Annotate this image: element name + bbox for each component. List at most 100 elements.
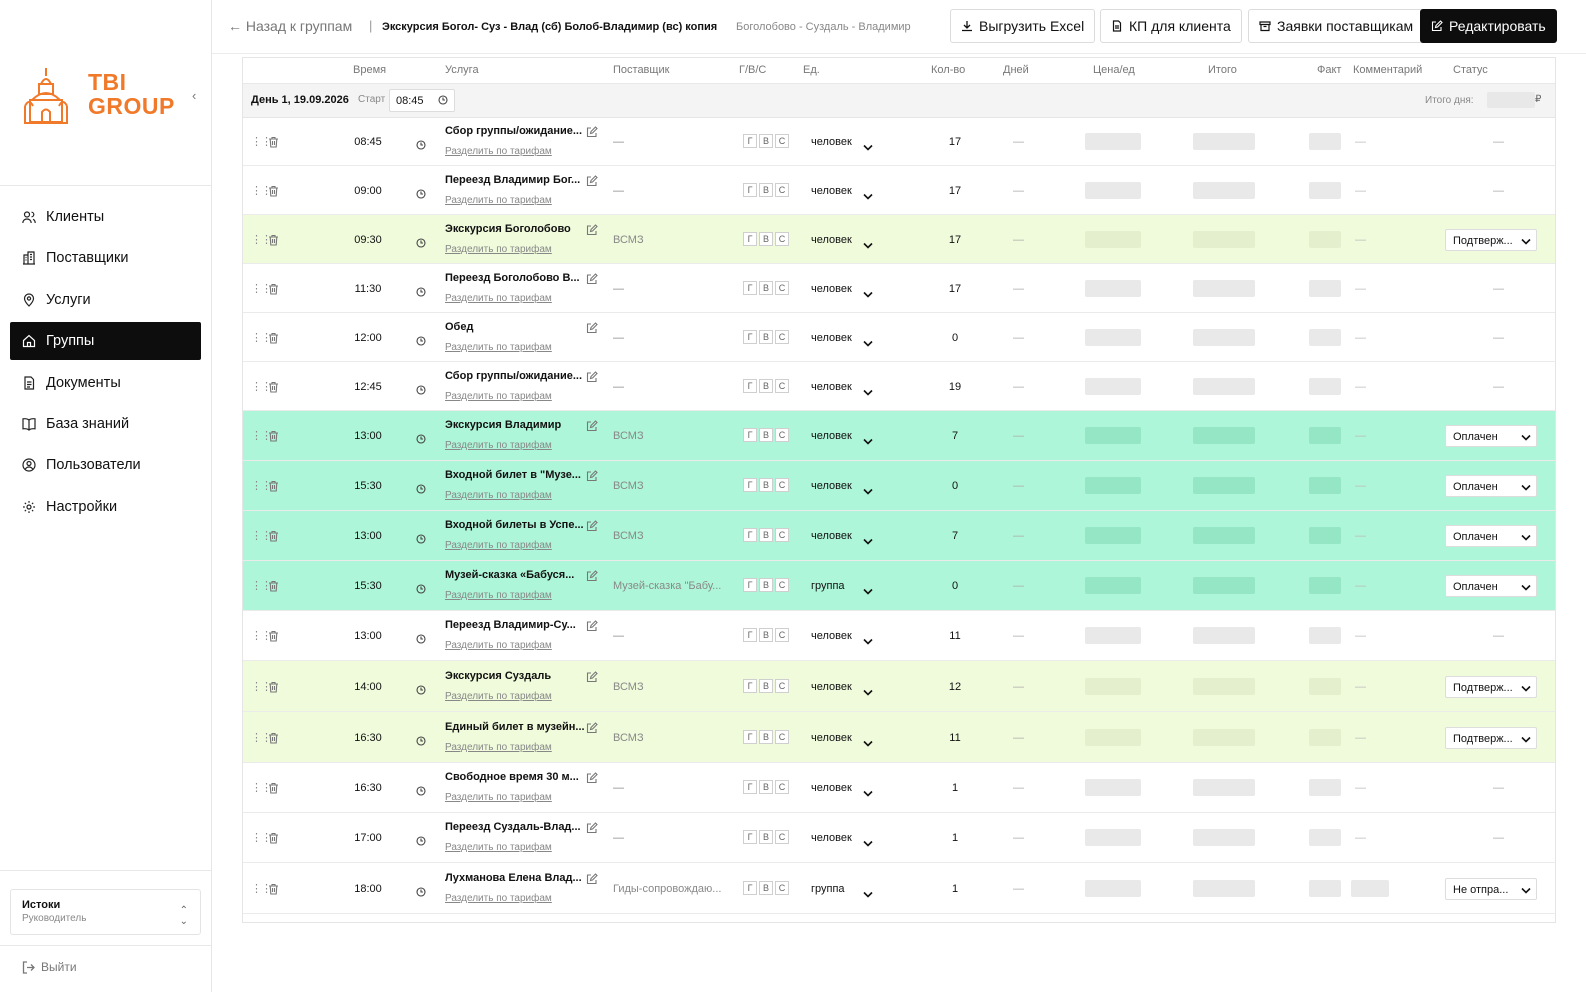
trash-icon[interactable]	[268, 135, 279, 153]
row-unit-select[interactable]: человек	[811, 185, 852, 197]
split-tariffs-link[interactable]: Разделить по тарифам	[445, 146, 552, 157]
row-price-placeholder[interactable]	[1085, 477, 1141, 494]
row-time[interactable]: 17:00	[353, 832, 383, 844]
split-tariffs-link[interactable]: Разделить по тарифам	[445, 842, 552, 853]
gvs-toggle[interactable]: Г	[743, 578, 757, 592]
row-price-placeholder[interactable]	[1085, 378, 1141, 395]
row-time[interactable]: 15:30	[353, 480, 383, 492]
row-fact-placeholder[interactable]	[1309, 427, 1341, 444]
edit-icon[interactable]	[586, 272, 598, 290]
gvs-toggle[interactable]: Г	[743, 830, 757, 844]
row-price-placeholder[interactable]	[1085, 427, 1141, 444]
gvs-toggle[interactable]: Г	[743, 478, 757, 492]
row-fact-placeholder[interactable]	[1309, 527, 1341, 544]
row-time[interactable]: 14:00	[353, 681, 383, 693]
gvs-toggle[interactable]: В	[759, 281, 773, 295]
chevron-down-icon[interactable]	[863, 187, 873, 205]
row-unit-select[interactable]: человек	[811, 630, 852, 642]
row-time[interactable]: 18:00	[353, 883, 383, 895]
clock-icon[interactable]	[416, 531, 426, 549]
sidebar-item-6[interactable]: Пользователи	[10, 446, 201, 484]
row-unit-select[interactable]: группа	[811, 883, 845, 895]
row-time[interactable]: 09:00	[353, 185, 383, 197]
gvs-toggle[interactable]: С	[775, 478, 789, 492]
row-fact-placeholder[interactable]	[1309, 133, 1341, 150]
trash-icon[interactable]	[268, 380, 279, 398]
trash-icon[interactable]	[268, 629, 279, 647]
gvs-toggle[interactable]: С	[775, 428, 789, 442]
split-tariffs-link[interactable]: Разделить по тарифам	[445, 195, 552, 206]
collapse-sidebar-icon[interactable]: ‹	[192, 88, 196, 103]
row-price-placeholder[interactable]	[1085, 133, 1141, 150]
row-time[interactable]: 11:30	[353, 283, 383, 295]
split-tariffs-link[interactable]: Разделить по тарифам	[445, 792, 552, 803]
gvs-toggle[interactable]: С	[775, 578, 789, 592]
split-tariffs-link[interactable]: Разделить по тарифам	[445, 490, 552, 501]
split-tariffs-link[interactable]: Разделить по тарифам	[445, 540, 552, 551]
split-tariffs-link[interactable]: Разделить по тарифам	[445, 640, 552, 651]
row-comment-placeholder[interactable]	[1351, 880, 1389, 897]
gvs-toggle[interactable]: Г	[743, 379, 757, 393]
gvs-toggle[interactable]: В	[759, 679, 773, 693]
tbi-logo[interactable]: TBI GROUP	[22, 66, 192, 132]
trash-icon[interactable]	[268, 282, 279, 300]
chevron-down-icon[interactable]	[863, 383, 873, 401]
gvs-toggle[interactable]: С	[775, 379, 789, 393]
gvs-toggle[interactable]: Г	[743, 679, 757, 693]
row-fact-placeholder[interactable]	[1309, 880, 1341, 897]
edit-icon[interactable]	[586, 721, 598, 739]
row-fact-placeholder[interactable]	[1309, 577, 1341, 594]
chevron-down-icon[interactable]	[863, 138, 873, 156]
gvs-toggle[interactable]: Г	[743, 134, 757, 148]
row-time[interactable]: 15:30	[353, 580, 383, 592]
clock-icon[interactable]	[416, 235, 426, 253]
trash-icon[interactable]	[268, 429, 279, 447]
export-excel-button[interactable]: Выгрузить Excel	[950, 9, 1096, 43]
row-status-select[interactable]: Подтверж...	[1445, 229, 1537, 251]
chevron-down-icon[interactable]	[863, 784, 873, 802]
edit-icon[interactable]	[586, 821, 598, 839]
split-tariffs-link[interactable]: Разделить по тарифам	[445, 691, 552, 702]
row-fact-placeholder[interactable]	[1309, 627, 1341, 644]
chevron-down-icon[interactable]	[863, 632, 873, 650]
row-qty[interactable]: 0	[943, 332, 967, 344]
split-tariffs-link[interactable]: Разделить по тарифам	[445, 590, 552, 601]
chevron-down-icon[interactable]	[863, 236, 873, 254]
trash-icon[interactable]	[268, 233, 279, 251]
gvs-toggle[interactable]: С	[775, 780, 789, 794]
clock-icon[interactable]	[416, 382, 426, 400]
row-qty[interactable]: 17	[943, 234, 967, 246]
gvs-toggle[interactable]: Г	[743, 232, 757, 246]
chevron-down-icon[interactable]	[863, 334, 873, 352]
row-status-select[interactable]: Оплачен	[1445, 575, 1537, 597]
split-tariffs-link[interactable]: Разделить по тарифам	[445, 391, 552, 402]
row-time[interactable]: 08:45	[353, 136, 383, 148]
trash-icon[interactable]	[268, 579, 279, 597]
gvs-toggle[interactable]: Г	[743, 628, 757, 642]
row-status-select[interactable]: Оплачен	[1445, 525, 1537, 547]
row-qty[interactable]: 11	[943, 630, 967, 642]
gvs-toggle[interactable]: С	[775, 730, 789, 744]
row-unit-select[interactable]: человек	[811, 381, 852, 393]
row-fact-placeholder[interactable]	[1309, 182, 1341, 199]
edit-icon[interactable]	[586, 872, 598, 890]
row-time[interactable]: 16:30	[353, 732, 383, 744]
chevron-down-icon[interactable]	[863, 482, 873, 500]
gvs-toggle[interactable]: В	[759, 232, 773, 246]
chevron-down-icon[interactable]	[863, 285, 873, 303]
clock-icon[interactable]	[416, 137, 426, 155]
chevron-down-icon[interactable]	[863, 885, 873, 903]
gvs-toggle[interactable]: С	[775, 232, 789, 246]
row-qty[interactable]: 17	[943, 136, 967, 148]
trash-icon[interactable]	[268, 781, 279, 799]
split-tariffs-link[interactable]: Разделить по тарифам	[445, 293, 552, 304]
row-price-placeholder[interactable]	[1085, 627, 1141, 644]
clock-icon[interactable]	[416, 682, 426, 700]
row-fact-placeholder[interactable]	[1309, 280, 1341, 297]
row-qty[interactable]: 17	[943, 283, 967, 295]
row-unit-select[interactable]: человек	[811, 234, 852, 246]
row-status-select[interactable]: Подтверж...	[1445, 727, 1537, 749]
edit-icon[interactable]	[586, 125, 598, 143]
row-time[interactable]: 12:45	[353, 381, 383, 393]
row-time[interactable]: 09:30	[353, 234, 383, 246]
